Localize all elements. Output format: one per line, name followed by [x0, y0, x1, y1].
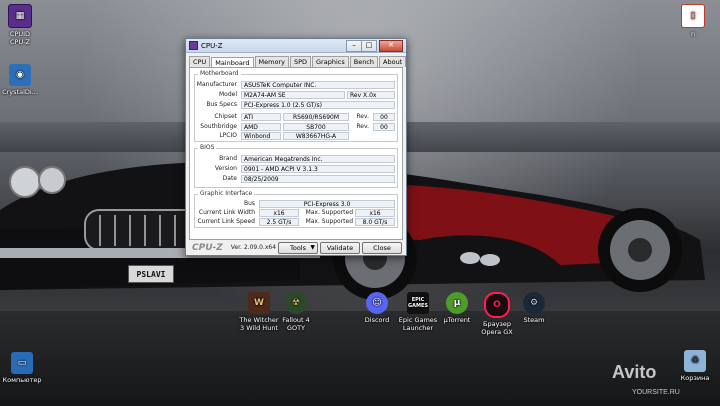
desktop-icon-label: Fallout 4 GOTY [282, 316, 310, 332]
bios-date-label: Date [222, 175, 237, 182]
link-speed-label: Current Link Speed [197, 218, 255, 225]
bus-value: PCI-Express 3.0 [259, 200, 395, 208]
crystaldisk-icon: ◉ [9, 64, 31, 86]
desktop-icon-label: n [690, 30, 696, 38]
desktop-icon-n[interactable]: ▯ n [668, 4, 718, 38]
motherboard-group: Motherboard Manufacturer ASUSTeK Compute… [194, 70, 398, 142]
group-title: BIOS [198, 144, 217, 151]
group-title: Motherboard [198, 70, 241, 77]
link-width-label: Current Link Width [198, 209, 255, 216]
tab-memory[interactable]: Memory [254, 56, 289, 67]
opera-gx-icon: O [484, 292, 510, 318]
max-speed-label: Max. Supported [305, 218, 353, 225]
southbridge-model-value: SB700 [283, 123, 349, 131]
tools-label: Tools [289, 244, 306, 252]
tab-spd[interactable]: SPD [289, 56, 312, 67]
window-titlebar[interactable]: CPU-Z – □ ✕ [186, 39, 406, 53]
chipset-rev-label: Rev. [356, 113, 369, 120]
steam-icon: ⚙ [523, 292, 545, 314]
lpcio-vendor-value: Winbond [241, 132, 281, 140]
bus-label: Bus [243, 200, 255, 207]
max-width-value: x16 [355, 209, 395, 217]
utorrent-icon: µ [446, 292, 468, 314]
bios-version-label: Version [214, 165, 237, 172]
bios-brand-value: American Megatrends Inc. [241, 155, 395, 163]
window-title: CPU-Z [201, 41, 223, 50]
chipset-rev-value: 00 [373, 113, 395, 121]
chipset-model-value: RS690/RS690M [283, 113, 349, 121]
tab-about[interactable]: About [379, 56, 407, 67]
wallpaper-road [0, 311, 720, 406]
cpuz-app-icon [189, 41, 198, 50]
bios-version-value: 0901 - AMD ACPI V 3.1.3 [241, 165, 395, 173]
mainboard-panel: Motherboard Manufacturer ASUSTeK Compute… [189, 67, 403, 240]
desktop-icon-cpuz[interactable]: ▦ CPUID CPU-Z [0, 4, 45, 46]
desktop-icon-label: Компьютер [2, 376, 42, 384]
cpuz-brand-logo: CPU-Z [192, 242, 223, 253]
lpcio-model-value: W83667HG-A [283, 132, 349, 140]
desktop-icon-steam[interactable]: ⚙ Steam [509, 292, 559, 324]
close-window-button[interactable]: ✕ [379, 40, 403, 52]
avito-watermark: Avito [612, 362, 657, 382]
graphic-interface-group: Graphic Interface Bus PCI-Express 3.0 Cu… [194, 190, 398, 228]
window-footer: CPU-Z Ver. 2.09.0.x64 Tools ▼ Validate C… [186, 240, 406, 255]
minimize-button[interactable]: – [346, 40, 362, 52]
cpuz-window: CPU-Z – □ ✕ CPU Mainboard Memory SPD Gra… [185, 38, 407, 256]
tab-bench[interactable]: Bench [349, 56, 379, 67]
discord-icon: ☺ [366, 292, 388, 314]
max-width-label: Max. Supported [305, 209, 353, 216]
bus-specs-label: Bus Specs [206, 101, 237, 108]
model-label: Model [218, 91, 237, 98]
southbridge-rev-value: 00 [373, 123, 395, 131]
license-plate: PSLAVI [128, 265, 174, 283]
desktop-icon-label: CPUID CPU-Z [9, 30, 31, 46]
manufacturer-label: Manufacturer [196, 81, 237, 88]
group-title: Graphic Interface [198, 190, 255, 197]
bios-brand-label: Brand [219, 155, 237, 162]
chevron-down-icon: ▼ [310, 244, 315, 251]
bios-date-value: 08/25/2009 [241, 175, 395, 183]
lpcio-label: LPCIO [219, 132, 237, 139]
desktop-icon-label: CrystalDi... [2, 88, 38, 96]
validate-button[interactable]: Validate [320, 242, 360, 254]
desktop-icon-recycle-bin[interactable]: ♻ Корзина [670, 350, 720, 382]
link-speed-value: 2.5 GT/s [259, 218, 299, 226]
computer-icon: ▭ [11, 352, 33, 374]
watermark-url: YOURSITE.RU [632, 389, 680, 396]
epic-games-icon: EPIC GAMES [407, 292, 429, 314]
model-rev-value: Rev X.0x [347, 91, 395, 99]
tab-graphics[interactable]: Graphics [312, 56, 349, 67]
southbridge-rev-label: Rev. [356, 123, 369, 130]
chipset-label: Chipset [214, 113, 237, 120]
max-speed-value: 8.0 GT/s [355, 218, 395, 226]
desktop-icon-label: Корзина [680, 374, 710, 382]
maximize-button[interactable]: □ [361, 40, 377, 52]
bios-group: BIOS Brand American Megatrends Inc. Vers… [194, 144, 398, 188]
tab-bar: CPU Mainboard Memory SPD Graphics Bench … [186, 53, 407, 68]
close-button[interactable]: Close [362, 242, 402, 254]
cpuz-icon: ▦ [8, 4, 32, 28]
bus-specs-value: PCI-Express 1.0 (2.5 GT/s) [241, 101, 395, 109]
southbridge-vendor-value: AMD [241, 123, 281, 131]
desktop-icon-fallout[interactable]: ☢ Fallout 4 GOTY [271, 292, 321, 332]
desktop-icon-crystaldisk[interactable]: ◉ CrystalDi... [0, 64, 45, 96]
version-text: Ver. 2.09.0.x64 [230, 244, 277, 251]
southbridge-label: Southbridge [200, 123, 237, 130]
model-value: M2A74-AM SE [241, 91, 345, 99]
chipset-vendor-value: ATI [241, 113, 281, 121]
desktop-icon-computer[interactable]: ▭ Компьютер [0, 352, 47, 384]
tab-cpu[interactable]: CPU [189, 56, 211, 67]
fallout-icon: ☢ [285, 292, 307, 314]
manufacturer-value: ASUSTeK Computer INC. [241, 81, 395, 89]
recycle-bin-icon: ♻ [684, 350, 706, 372]
link-width-value: x16 [259, 209, 299, 217]
desktop-icon-label: Steam [523, 316, 545, 324]
tools-dropdown-button[interactable]: Tools ▼ [278, 242, 318, 254]
witcher-icon: W [248, 292, 270, 314]
document-icon: ▯ [681, 4, 705, 28]
